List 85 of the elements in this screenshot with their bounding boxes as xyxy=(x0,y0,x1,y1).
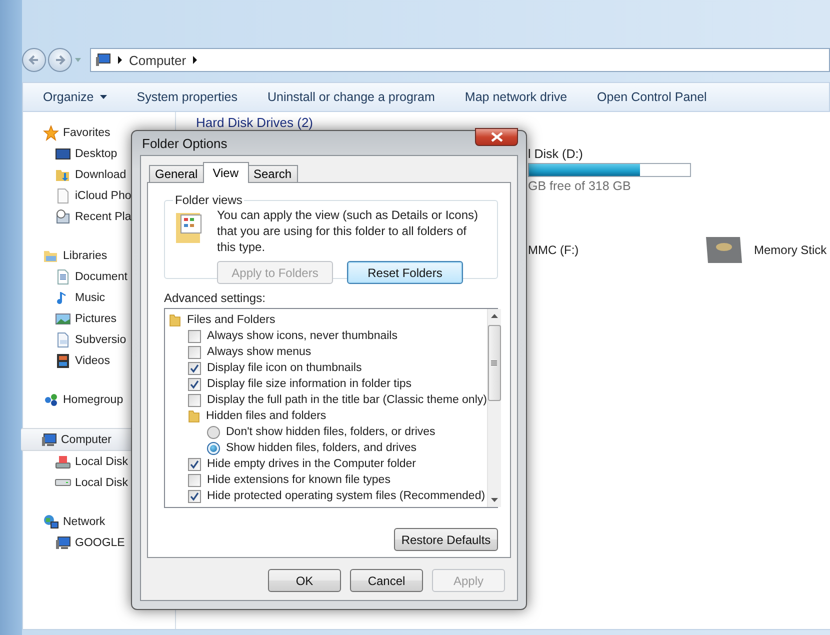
forward-arrow-icon xyxy=(54,54,66,66)
section-label: Advanced settings: xyxy=(164,291,266,305)
toolbar-button[interactable]: Map network drive xyxy=(464,90,568,104)
sidebar-item[interactable]: Document xyxy=(23,266,175,287)
film-icon xyxy=(55,352,71,368)
dialog-button[interactable]: OK xyxy=(268,569,341,592)
setting-label: Hide empty drives in the Computer folder xyxy=(207,458,416,470)
setting-label: Hide extensions for known file types xyxy=(207,474,390,486)
star-icon xyxy=(43,124,59,140)
dropdown-caret-icon xyxy=(74,56,82,64)
chevron-icon xyxy=(117,56,123,64)
sidebar-item[interactable]: Local Disk xyxy=(23,451,175,472)
checkbox[interactable] xyxy=(188,330,201,342)
homegroup-icon xyxy=(43,392,59,408)
setting-label: Display file size information in folder tips xyxy=(207,378,412,390)
forward-button[interactable] xyxy=(48,48,72,72)
toolbar-button[interactable]: System properties xyxy=(136,90,238,104)
checkbox[interactable] xyxy=(188,474,201,486)
toolbar-button[interactable]: Organize xyxy=(43,90,107,104)
drive-name[interactable]: l Disk (D:) xyxy=(528,147,830,161)
sidebar-item[interactable]: Recent Pla xyxy=(23,206,175,227)
group-title: Hard Disk Drives (2) xyxy=(196,115,314,132)
checkbox[interactable] xyxy=(188,378,201,390)
back-button[interactable] xyxy=(22,48,46,72)
document-icon xyxy=(55,268,71,284)
document-icon xyxy=(55,188,71,204)
sidebar-item[interactable]: Libraries xyxy=(23,245,175,266)
toolbar-button[interactable]: Uninstall or change a program xyxy=(267,90,435,104)
toolbar-button[interactable]: Open Control Panel xyxy=(597,90,707,104)
restore-defaults-button[interactable]: Restore Defaults xyxy=(394,528,498,551)
folder-icon xyxy=(169,313,181,327)
setting-label: Hidden files and folders xyxy=(206,410,326,422)
checkbox[interactable] xyxy=(188,362,201,374)
document-icon xyxy=(55,332,71,348)
settings-list[interactable] xyxy=(164,308,498,508)
dialog-button[interactable]: Cancel xyxy=(350,569,423,592)
sidebar-item[interactable]: iCloud Pho xyxy=(23,185,175,206)
dialog-title: Folder Options xyxy=(141,136,228,150)
setting-label: Always show icons, never thumbnails xyxy=(207,330,398,342)
setting-label: Show hidden files, folders, and drives xyxy=(226,442,416,454)
radio-button[interactable] xyxy=(207,426,220,438)
checkbox[interactable] xyxy=(188,458,201,470)
back-arrow-icon xyxy=(28,54,40,66)
sidebar-item[interactable]: Network xyxy=(23,511,175,532)
tab[interactable]: Search xyxy=(248,165,298,182)
setting-label: Always show menus xyxy=(207,346,312,358)
sidebar-item[interactable]: Pictures xyxy=(23,308,175,329)
group-label: Folder views xyxy=(174,193,244,207)
sidebar-item[interactable]: Subversio xyxy=(23,329,175,350)
sidebar-item[interactable]: GOOGLE xyxy=(23,532,175,553)
checkbox[interactable] xyxy=(188,346,201,358)
address-bar[interactable]: Computer xyxy=(90,48,830,72)
drive-name[interactable]: MMC (F:) xyxy=(528,243,694,257)
folder-button[interactable]: Reset Folders xyxy=(347,261,463,284)
chevron-icon xyxy=(192,56,198,64)
network-icon xyxy=(43,514,59,530)
breadcrumb[interactable]: Computer xyxy=(129,52,186,68)
setting-label: Display file icon on thumbnails xyxy=(207,362,362,374)
close-button[interactable] xyxy=(475,128,518,146)
sidebar-item[interactable]: Homegroup xyxy=(23,389,175,410)
computer-icon xyxy=(55,534,71,550)
sidebar-item[interactable]: Videos xyxy=(23,350,175,371)
scrollbar[interactable] xyxy=(486,309,501,507)
setting-label: Hide protected operating system files (Recommended) xyxy=(207,490,486,502)
grip-icon xyxy=(491,360,498,366)
tab[interactable]: View xyxy=(202,162,248,183)
checkbox[interactable] xyxy=(188,394,201,406)
radio-button[interactable] xyxy=(207,442,220,454)
free-space-text: GB free of 318 GB xyxy=(528,179,632,193)
folder-icon xyxy=(188,409,200,423)
tab[interactable]: General xyxy=(149,165,204,182)
computer-icon xyxy=(95,52,111,68)
checkbox[interactable] xyxy=(188,490,201,502)
drive-icon xyxy=(55,454,71,470)
computer-icon xyxy=(41,432,57,448)
drive-icon xyxy=(55,479,71,486)
close-icon xyxy=(490,132,502,142)
drive-name[interactable]: Memory Stick xyxy=(754,243,830,257)
setting-label: Files and Folders xyxy=(187,314,276,326)
setting-label: Don't show hidden files, folders, or drives xyxy=(226,426,436,438)
monitor-icon xyxy=(55,146,71,162)
sidebar-item[interactable]: Local Disk xyxy=(23,472,175,493)
setting-label: Display the full path in the title bar (Classic theme only) xyxy=(207,394,487,406)
landscape-icon xyxy=(55,310,71,326)
description-text: You can apply the view (such as Details or Icons) that you are using for this folder to all folders of this type. xyxy=(217,207,479,255)
